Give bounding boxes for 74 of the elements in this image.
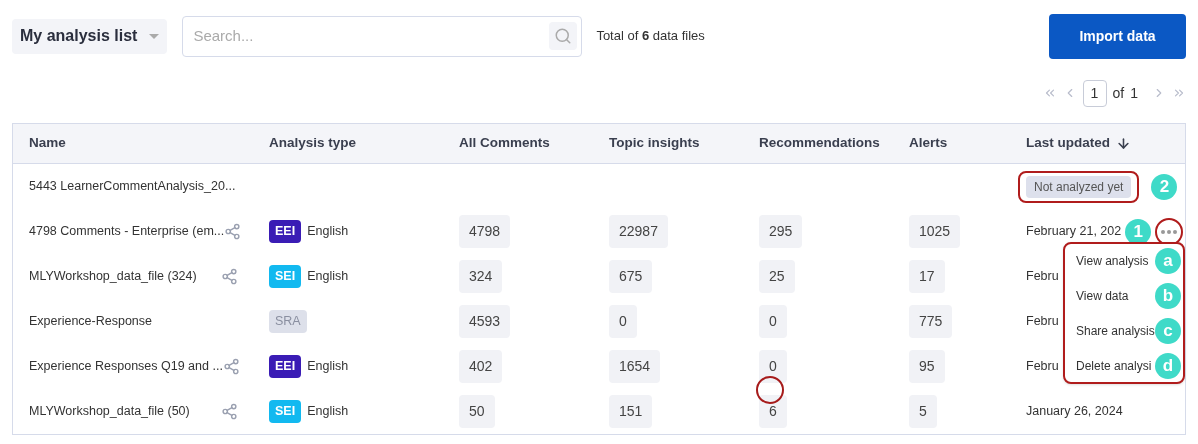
count-chip: 0 [759,305,787,338]
count-chip: 17 [909,260,945,293]
analysis-type-tag: EEI [269,355,302,378]
language-label: English [307,403,349,421]
share-icon[interactable] [221,268,238,285]
count-chip: 0 [759,350,787,383]
search-field[interactable]: Search... [182,15,583,57]
callout-marker: a [1155,247,1181,274]
count-chip: 25 [759,260,795,293]
count-chip: 5 [909,395,937,428]
count-chip: 1654 [609,350,661,383]
column-header[interactable]: Analysis type [269,133,459,154]
column-header[interactable]: All Comments [459,133,609,154]
share-icon[interactable] [224,223,242,240]
menu-item[interactable]: Delete analysi [1065,356,1157,375]
status-badge: Not analyzed yet [1026,175,1132,198]
count-chip: 50 [459,395,495,428]
page-field[interactable]: 1 [1082,79,1107,107]
callout-marker: 1 [1125,218,1152,245]
date-text: Febru [1026,313,1059,331]
file-name[interactable]: 5443 LearnerCommentAnalysis_20... [29,177,236,196]
page-total: 1 [1130,83,1138,103]
count-chip: 151 [609,395,653,428]
count-chip: 324 [459,260,503,293]
menu-item[interactable]: View data [1065,286,1157,305]
language-label: English [307,358,349,376]
count-chip: 402 [459,350,503,383]
count-chip: 95 [909,350,945,383]
sort-arrow-icon [1116,136,1131,151]
total-count: Total of 6 data files [596,27,705,46]
column-header[interactable]: Alerts [909,133,1026,154]
date-text: February 21, 202 [1026,223,1122,241]
caret-icon [149,33,160,39]
column-header[interactable]: Topic insights [609,133,759,154]
page-of-label: of [1112,83,1125,103]
file-name[interactable]: Experience-Response [29,312,221,331]
count-chip: 0 [609,305,637,338]
date-text: Febru [1026,268,1059,286]
callout-marker: 2 [1151,173,1178,200]
menu-item[interactable]: View analysis [1065,251,1157,270]
count-chip: 1025 [909,215,961,248]
callout-marker: d [1155,352,1181,379]
file-name[interactable]: Experience Responses Q19 and ... [29,357,223,376]
search-icon[interactable] [549,22,578,50]
share-icon[interactable] [222,358,240,375]
analysis-type-tag: SEI [269,265,302,288]
count-chip: 4798 [459,215,511,248]
import-button[interactable]: Import data [1049,13,1186,59]
count-chip: 6 [759,395,787,428]
language-label: English [307,268,349,286]
count-chip: 675 [609,260,653,293]
file-name[interactable]: MLYWorkshop_data_file (324) [29,267,221,286]
file-name[interactable]: MLYWorkshop_data_file (50) [29,402,221,421]
callout-marker: c [1155,317,1181,344]
file-name[interactable]: 4798 Comments - Enterprise (em... [29,222,225,241]
count-chip: 295 [759,215,803,248]
column-header[interactable]: Name [13,133,269,154]
share-icon[interactable] [221,403,238,420]
language-label: English [307,223,349,241]
callout-marker: b [1155,282,1181,309]
column-header[interactable]: Recommendations [759,133,909,154]
date-text: Febru [1026,358,1059,376]
last-page-icon[interactable] [1172,86,1186,100]
count-chip: 775 [909,305,953,338]
analysis-type-tag: SEI [269,400,302,423]
date-text: January 26, 2024 [1026,403,1123,421]
menu-item[interactable]: Share analysis [1065,321,1157,340]
count-chip: 22987 [609,215,668,248]
list-selector[interactable]: My analysis list [12,18,168,54]
search-input[interactable]: Search... [193,24,550,48]
analysis-type-tag: SRA [269,310,307,333]
count-chip: 4593 [459,305,511,338]
column-header[interactable]: Last updated [1026,133,1185,154]
analysis-type-tag: EEI [269,220,302,243]
